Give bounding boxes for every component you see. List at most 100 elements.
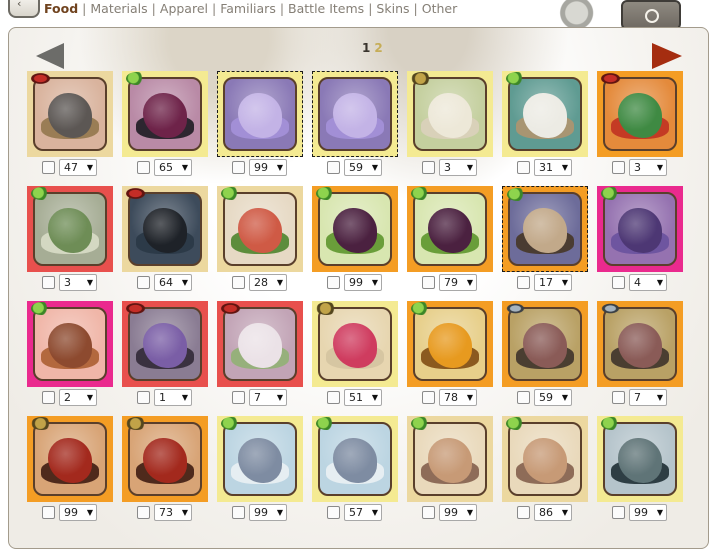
quantity-select[interactable]: 73 ▼	[154, 504, 192, 521]
item-tile[interactable]	[502, 301, 588, 387]
tab-apparel[interactable]: Apparel	[160, 1, 208, 16]
item-tile[interactable]	[502, 186, 588, 272]
item-checkbox[interactable]	[42, 161, 55, 174]
quantity-select[interactable]: 47 ▼	[59, 159, 97, 176]
item-tile[interactable]	[597, 416, 683, 502]
item-tile[interactable]	[312, 416, 398, 502]
item-tile[interactable]	[122, 71, 208, 157]
back-button[interactable]: ‹	[8, 0, 40, 18]
item-checkbox[interactable]	[327, 506, 340, 519]
decorative-emblem	[534, 0, 616, 28]
quantity-select[interactable]: 57 ▼	[344, 504, 382, 521]
caret-down-icon: ▼	[276, 278, 283, 287]
item-tile[interactable]	[217, 71, 303, 157]
item-checkbox[interactable]	[42, 391, 55, 404]
item-tile[interactable]	[407, 416, 493, 502]
item-checkbox[interactable]	[327, 161, 340, 174]
item-tile[interactable]	[122, 416, 208, 502]
item-checkbox[interactable]	[517, 391, 530, 404]
tab-other[interactable]: Other	[422, 1, 458, 16]
item-checkbox[interactable]	[232, 506, 245, 519]
item-checkbox[interactable]	[517, 161, 530, 174]
item-tile[interactable]	[407, 186, 493, 272]
item-tile[interactable]	[312, 301, 398, 387]
item-checkbox[interactable]	[42, 276, 55, 289]
item-tile[interactable]	[597, 301, 683, 387]
item-checkbox[interactable]	[42, 506, 55, 519]
quantity-select[interactable]: 4 ▼	[629, 274, 667, 291]
item-checkbox[interactable]	[232, 276, 245, 289]
quantity-select[interactable]: 99 ▼	[629, 504, 667, 521]
tab-familiars[interactable]: Familiars	[220, 1, 276, 16]
quantity-select[interactable]: 3 ▼	[439, 159, 477, 176]
quantity-select[interactable]: 64 ▼	[154, 274, 192, 291]
quantity-select[interactable]: 31 ▼	[534, 159, 572, 176]
quantity-select[interactable]: 3 ▼	[59, 274, 97, 291]
page-2-link[interactable]: 2	[374, 41, 382, 55]
quantity-select[interactable]: 1 ▼	[154, 389, 192, 406]
item-tile[interactable]	[27, 301, 113, 387]
tab-skins[interactable]: Skins	[376, 1, 409, 16]
quantity-select[interactable]: 51 ▼	[344, 389, 382, 406]
item-tile[interactable]	[407, 71, 493, 157]
item-tile[interactable]	[597, 186, 683, 272]
quantity-select[interactable]: 59 ▼	[344, 159, 382, 176]
item-tile[interactable]	[27, 71, 113, 157]
item-checkbox[interactable]	[517, 276, 530, 289]
quantity-select[interactable]: 99 ▼	[439, 504, 477, 521]
item-checkbox[interactable]	[137, 506, 150, 519]
tab-battle-items[interactable]: Battle Items	[288, 1, 364, 16]
item-checkbox[interactable]	[137, 161, 150, 174]
next-page-arrow-icon[interactable]	[652, 43, 682, 69]
item-checkbox[interactable]	[137, 276, 150, 289]
item-checkbox[interactable]	[612, 276, 625, 289]
item-checkbox[interactable]	[422, 391, 435, 404]
quantity-select[interactable]: 59 ▼	[534, 389, 572, 406]
item-tile[interactable]	[312, 71, 398, 157]
item-tile[interactable]	[122, 186, 208, 272]
item-tile[interactable]	[502, 416, 588, 502]
item-checkbox[interactable]	[612, 506, 625, 519]
item-tile[interactable]	[407, 301, 493, 387]
item-tile[interactable]	[27, 186, 113, 272]
item-checkbox[interactable]	[327, 276, 340, 289]
item-tile[interactable]	[502, 71, 588, 157]
quantity-select[interactable]: 99 ▼	[59, 504, 97, 521]
quantity-select[interactable]: 7 ▼	[249, 389, 287, 406]
quantity-select[interactable]: 2 ▼	[59, 389, 97, 406]
quantity-select[interactable]: 17 ▼	[534, 274, 572, 291]
quantity-select[interactable]: 28 ▼	[249, 274, 287, 291]
item-checkbox[interactable]	[612, 391, 625, 404]
item-tile[interactable]	[27, 416, 113, 502]
quantity-value: 7	[254, 391, 261, 404]
quantity-select[interactable]: 65 ▼	[154, 159, 192, 176]
caret-down-icon: ▼	[656, 278, 663, 287]
tab-food[interactable]: Food	[44, 1, 78, 16]
quantity-select[interactable]: 3 ▼	[629, 159, 667, 176]
item-tile[interactable]	[122, 301, 208, 387]
item-tile[interactable]	[312, 186, 398, 272]
item-checkbox[interactable]	[232, 161, 245, 174]
quantity-select[interactable]: 99 ▼	[249, 159, 287, 176]
item-tile[interactable]	[217, 301, 303, 387]
item-checkbox[interactable]	[137, 391, 150, 404]
tab-materials[interactable]: Materials	[90, 1, 147, 16]
item-tile[interactable]	[597, 71, 683, 157]
item-checkbox[interactable]	[327, 391, 340, 404]
item-checkbox[interactable]	[422, 506, 435, 519]
lock-icon[interactable]	[621, 0, 681, 30]
quantity-select[interactable]: 79 ▼	[439, 274, 477, 291]
item-checkbox[interactable]	[422, 276, 435, 289]
quantity-select[interactable]: 7 ▼	[629, 389, 667, 406]
quantity-select[interactable]: 99 ▼	[249, 504, 287, 521]
item-checkbox[interactable]	[612, 161, 625, 174]
item-tile[interactable]	[217, 416, 303, 502]
item-tile[interactable]	[217, 186, 303, 272]
quantity-select[interactable]: 99 ▼	[344, 274, 382, 291]
prev-page-arrow-icon[interactable]	[36, 43, 64, 69]
item-checkbox[interactable]	[422, 161, 435, 174]
quantity-select[interactable]: 86 ▼	[534, 504, 572, 521]
item-checkbox[interactable]	[517, 506, 530, 519]
quantity-select[interactable]: 78 ▼	[439, 389, 477, 406]
item-checkbox[interactable]	[232, 391, 245, 404]
